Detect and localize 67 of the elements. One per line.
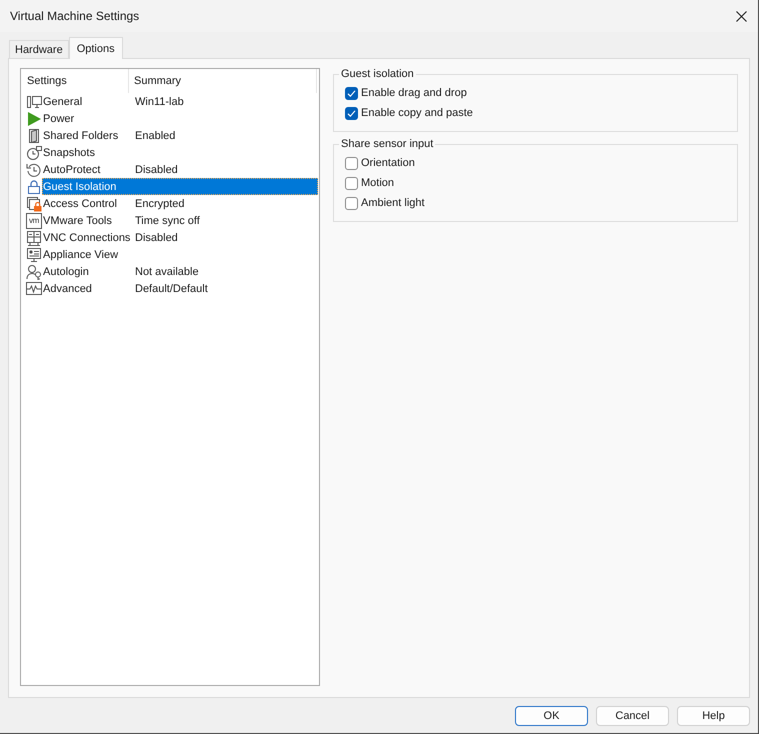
settings-row[interactable]: Power [42,110,318,127]
window-lock-icon [26,196,42,212]
checkbox-label[interactable]: Ambient light [361,197,425,209]
history-icon [26,162,42,178]
checkbox[interactable] [345,106,358,120]
play-icon [26,110,42,126]
settings-row[interactable]: Advanced Default/Default [42,280,318,297]
vm-logo: vm [26,212,42,228]
settings-row[interactable]: AutoProtect Disabled [42,161,318,178]
setting-name: Power [43,112,76,124]
settings-row[interactable]: Guest Isolation [42,178,318,195]
checkbox[interactable] [345,196,358,210]
lock-icon [26,178,42,194]
checkbox[interactable] [345,86,358,100]
waveform-icon [26,280,42,296]
setting-name: Advanced [43,282,93,294]
monitor-list-icon [26,246,42,262]
door-icon [26,128,42,144]
setting-name: Access Control [43,198,118,210]
checkbox-label[interactable]: Motion [361,177,394,189]
checkbox-label[interactable]: Orientation [361,157,415,169]
settings-row[interactable]: Appliance View [42,246,318,263]
setting-name: VNC Connections [43,232,132,244]
computer-monitor-icon [26,94,42,110]
user-key-icon [26,264,42,280]
tab[interactable]: Options [68,37,123,59]
settings-row[interactable]: Snapshots [42,144,318,161]
setting-name: VMware Tools [43,214,113,226]
settings-row[interactable]: VNC Connections Disabled [42,229,318,246]
window-grid-icon [26,230,42,246]
group-title: Share sensor input [340,138,434,150]
setting-summary: Not available [134,266,199,278]
checkmark-icon [347,108,356,118]
setting-summary: Win11-lab [134,96,184,108]
group-title: Guest isolation [340,68,415,80]
setting-summary: Time sync off [134,214,200,226]
clock-icon [26,144,42,160]
settings-row[interactable]: VMware Tools Time sync off [42,212,318,229]
window-title: Virtual Machine Settings [10,9,140,23]
checkbox[interactable] [345,176,358,190]
dialog-button[interactable]: OK [515,706,588,726]
setting-name: Shared Folders [43,130,120,142]
settings-row[interactable]: General Win11-lab [42,93,318,110]
setting-name: Autologin [43,266,90,278]
setting-summary: Enabled [134,130,176,142]
checkbox[interactable] [345,156,358,170]
checkmark-icon [347,88,356,98]
setting-name: Guest Isolation [43,180,118,192]
setting-name: General [43,96,84,108]
setting-summary: Disabled [134,232,178,244]
column-header[interactable]: Summary [129,69,317,93]
checkbox-label[interactable]: Enable drag and drop [361,87,467,99]
close-icon [736,10,746,22]
settings-row[interactable]: Autologin Not available [42,263,318,280]
setting-summary: Default/Default [134,282,208,294]
setting-summary: Disabled [134,164,178,176]
setting-name: AutoProtect [43,164,102,176]
dialog-button[interactable]: Cancel [596,706,669,726]
setting-name: Appliance View [43,248,120,260]
setting-summary: Encrypted [134,198,185,210]
dialog-button[interactable]: Help [677,706,750,726]
tab[interactable]: Hardware [9,40,69,58]
settings-row[interactable]: Access Control Encrypted [42,195,318,212]
checkbox-label[interactable]: Enable copy and paste [361,107,473,119]
column-header[interactable]: Settings [21,69,129,93]
settings-row[interactable]: Shared Folders Enabled [42,127,318,144]
setting-name: Snapshots [43,146,96,158]
